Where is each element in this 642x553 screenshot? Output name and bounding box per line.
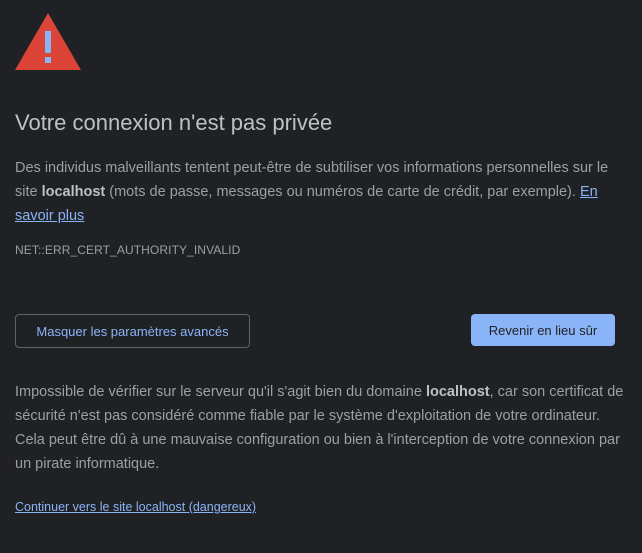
description-host: localhost — [41, 184, 106, 200]
hide-advanced-button[interactable]: Masquer les paramètres avancés — [15, 314, 250, 348]
advanced-details: Impossible de vérifier sur le serveur qu… — [15, 380, 627, 476]
proceed-unsafe-link[interactable]: Continuer vers le site localhost (danger… — [15, 500, 256, 514]
page-title: Votre connexion n'est pas privée — [15, 110, 333, 135]
error-description: Des individus malveillants tentent peut-… — [15, 156, 627, 228]
details-host: localhost — [425, 384, 490, 400]
details-text-1: Impossible de vérifier sur le serveur qu… — [15, 384, 426, 400]
error-code: NET::ERR_CERT_AUTHORITY_INVALID — [15, 243, 241, 257]
description-text-2: (mots de passe, messages ou numéros de c… — [105, 184, 580, 200]
back-to-safety-button[interactable]: Revenir en lieu sûr — [471, 314, 615, 346]
warning-triangle-icon — [15, 13, 81, 70]
